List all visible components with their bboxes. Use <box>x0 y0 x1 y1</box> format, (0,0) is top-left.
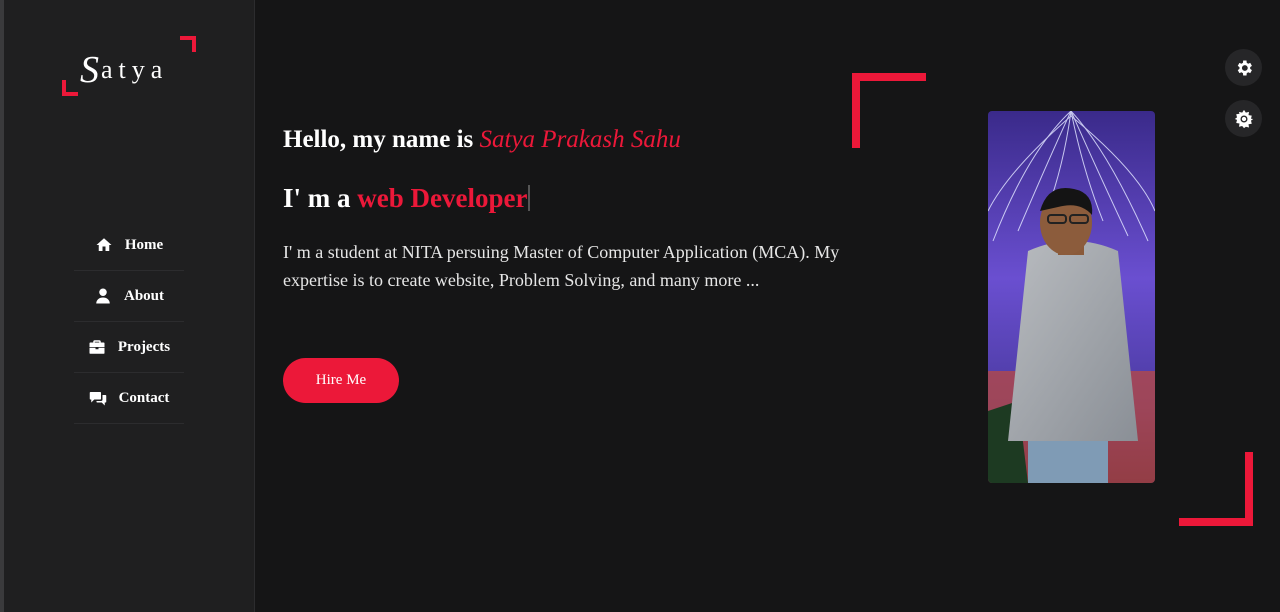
settings-button[interactable] <box>1225 49 1262 86</box>
theme-toggle-button[interactable] <box>1225 100 1262 137</box>
home-icon <box>96 238 112 251</box>
profile-photo-illustration <box>988 111 1155 483</box>
sidebar-item-projects[interactable]: Projects <box>74 322 184 373</box>
decorative-corner-top-left <box>852 73 926 148</box>
logo[interactable]: Satya <box>62 36 196 96</box>
logo-text: Satya <box>80 44 169 91</box>
sun-icon <box>1234 109 1253 128</box>
gear-icon <box>1237 60 1252 75</box>
decorative-corner-bottom-right <box>1179 452 1253 526</box>
sidebar-item-contact[interactable]: Contact <box>74 373 184 424</box>
sidebar-item-label: About <box>123 287 164 304</box>
logo-rest: atya <box>101 55 169 84</box>
user-icon <box>96 288 110 304</box>
logo-corner-bottom-left <box>62 80 78 96</box>
chat-icon <box>89 392 106 406</box>
page: Satya Home About Projects Contact Hello,… <box>0 0 1280 612</box>
typing-caret <box>528 185 531 211</box>
hero-role: I' m a web Developer <box>283 183 531 214</box>
hero-name: Satya Prakash Sahu <box>479 126 681 153</box>
profile-photo <box>988 111 1155 483</box>
sidebar-item-label: Projects <box>117 338 171 355</box>
hero-description: I' m a student at NITA persuing Master o… <box>283 242 840 290</box>
hero-greeting: Hello, my name is Satya Prakash Sahu <box>283 126 681 154</box>
logo-corner-top-right <box>180 36 196 52</box>
sidebar: Satya Home About Projects Contact <box>4 0 255 612</box>
hire-me-button[interactable]: Hire Me <box>283 358 399 403</box>
role-highlight: web Developer <box>357 183 528 213</box>
sidebar-nav: Home About Projects Contact <box>74 220 184 424</box>
sidebar-item-home[interactable]: Home <box>74 220 184 271</box>
sidebar-item-label: Home <box>124 236 164 253</box>
sidebar-item-label: Contact <box>118 389 170 406</box>
sidebar-item-about[interactable]: About <box>74 271 184 322</box>
greeting-text: Hello, my name is <box>283 126 480 153</box>
logo-first-letter: S <box>80 49 101 91</box>
briefcase-icon <box>89 340 105 354</box>
role-prefix: I' m a <box>283 183 358 213</box>
